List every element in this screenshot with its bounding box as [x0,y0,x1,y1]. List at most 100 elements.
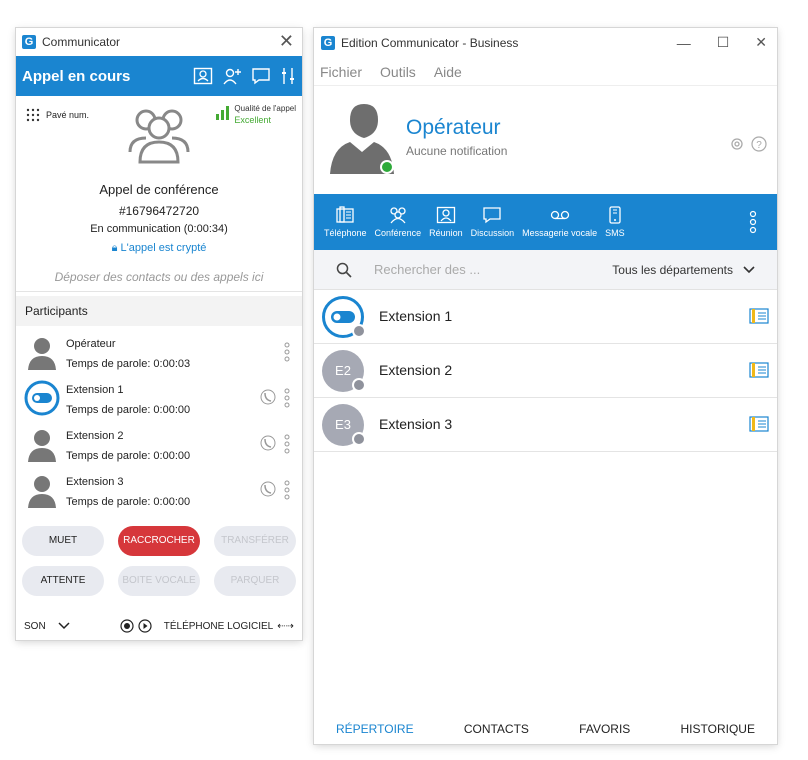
softphone-toggle[interactable]: TÉLÉPHONE LOGICIEL ⇠⇢ [164,621,294,632]
search-input[interactable]: Rechercher des ... [374,262,612,277]
participant-row[interactable]: Extension 1 Temps de parole: 0:00:00 [16,376,302,422]
menu-help[interactable]: Aide [434,64,462,80]
equalizer-icon[interactable] [280,67,296,85]
call-header: Appel en cours [16,56,302,96]
close-icon[interactable]: ✕ [279,32,294,50]
softphone-label: TÉLÉPHONE LOGICIEL [163,620,274,632]
quality-value: Excellent [234,115,271,125]
conference-panel: Pavé num. Qualité de l'appel Excellent A… [16,96,302,292]
tool-conference-label: Conférence [374,228,422,238]
phone-icon[interactable] [260,434,276,452]
department-filter[interactable]: Tous les départements [612,263,777,277]
call-window: G Communicator ✕ Appel en cours Pavé num… [16,28,302,640]
main-window-titlebar: G Edition Communicator - Business — ☐ ✕ [314,28,777,58]
search-bar: Rechercher des ... Tous les départements [314,250,777,290]
participant-row[interactable]: Opérateur Temps de parole: 0:00:03 [16,330,302,376]
user-status[interactable]: Aucune notification [406,144,507,158]
gear-icon[interactable] [729,136,745,152]
chat-icon[interactable] [251,67,271,85]
maximize-icon[interactable]: ☐ [717,34,730,51]
play-icon[interactable] [138,619,152,633]
tool-meeting[interactable]: Réunion [429,194,463,250]
tool-chat-label: Discussion [470,228,515,238]
park-button[interactable]: PARQUER [214,566,296,596]
voicemail-icon [550,210,569,220]
contact-row[interactable]: E2 Extension 2 [314,344,777,398]
menu-bar: Fichier Outils Aide [314,58,777,86]
help-icon[interactable]: ? [751,136,767,152]
call-window-titlebar: G Communicator ✕ [16,28,302,56]
tool-telephone-label: Téléphone [324,228,367,238]
participant-row[interactable]: Extension 3 Temps de parole: 0:00:00 [16,468,302,514]
conference-icon [390,207,406,224]
menu-tools[interactable]: Outils [380,64,416,80]
more-options-icon[interactable] [284,480,290,500]
search-icon[interactable] [336,262,352,278]
conference-number: #16796472720 [118,204,200,218]
hangup-button[interactable]: RACCROCHER [118,526,200,556]
drop-zone-hint[interactable]: Déposer des contacts ou des appels ici [16,270,302,284]
tab-directory[interactable]: RÉPERTOIRE [336,722,414,736]
contact-card-icon[interactable] [749,362,769,378]
sound-selector[interactable]: SON [24,621,70,632]
department-label: Tous les départements [612,262,733,277]
tool-conference[interactable]: Conférence [374,194,422,250]
encryption-label: L'appel est crypté [120,242,207,254]
keypad-icon [26,108,40,122]
contact-row[interactable]: Extension 1 [314,290,777,344]
participant-row[interactable]: Extension 2 Temps de parole: 0:00:00 [16,422,302,468]
call-quality: Qualité de l'appel Excellent [216,104,296,126]
signal-bars-icon [216,106,230,120]
call-status: En communication (0:00:34) [90,223,228,235]
tool-voicemail[interactable]: Messagerie vocale [522,194,597,250]
add-participant-icon[interactable] [222,67,242,85]
tool-meeting-label: Réunion [429,228,463,238]
contact-row[interactable]: E3 Extension 3 [314,398,777,452]
contact-list: Extension 1 E2 Extension 2 E3 Extension … [314,290,777,452]
hold-button[interactable]: ATTENTE [22,566,104,596]
contact-card-icon[interactable] [749,308,769,324]
user-name[interactable]: Opérateur [406,116,501,140]
contact-card-icon[interactable] [193,67,213,85]
chevron-down-icon [743,265,755,273]
close-icon[interactable]: ✕ [755,34,767,51]
svg-text:?: ? [756,140,762,151]
voicemail-button[interactable]: BOITE VOCALE [118,566,200,596]
tool-chat[interactable]: Discussion [470,194,515,250]
record-icon[interactable] [120,619,134,633]
more-options-icon[interactable] [284,434,290,454]
call-controls: MUET RACCROCHER TRANSFÉRER ATTENTE BOITE… [16,526,302,606]
keypad-button[interactable]: Pavé num. [26,108,89,122]
participant-name: Extension 3 [66,476,124,488]
contact-card-icon[interactable] [749,416,769,432]
tab-contacts[interactable]: CONTACTS [464,722,529,736]
minimize-icon[interactable]: — [677,35,691,51]
phone-icon[interactable] [260,480,276,498]
user-profile: Opérateur Aucune notification ? [314,86,777,194]
mute-button[interactable]: MUET [22,526,104,556]
tab-favorites[interactable]: FAVORIS [579,722,630,736]
more-options-icon[interactable] [284,342,290,362]
tool-sms-label: SMS [605,228,625,238]
phone-icon[interactable] [260,388,276,406]
conference-title: Appel de conférence [99,182,219,197]
tool-sms[interactable]: SMS [605,194,625,250]
more-options-icon [749,210,757,234]
user-silhouette-icon [28,338,56,370]
main-window-title: Edition Communicator - Business [341,36,519,50]
tool-voicemail-label: Messagerie vocale [522,228,598,238]
participant-name: Extension 2 [66,430,124,442]
toolbar-more-button[interactable] [749,194,757,250]
swap-arrows-icon: ⇠⇢ [277,620,294,632]
tool-telephone[interactable]: Téléphone [324,194,367,250]
chevron-down-icon [58,622,70,630]
call-window-title: Communicator [42,35,121,49]
mobile-phone-icon [609,206,621,224]
tab-history[interactable]: HISTORIQUE [681,722,755,736]
chat-icon [483,207,502,224]
participant-name: Opérateur [66,338,116,350]
presence-indicator [352,432,366,446]
transfer-button[interactable]: TRANSFÉRER [214,526,296,556]
more-options-icon[interactable] [284,388,290,408]
menu-file[interactable]: Fichier [320,64,362,80]
